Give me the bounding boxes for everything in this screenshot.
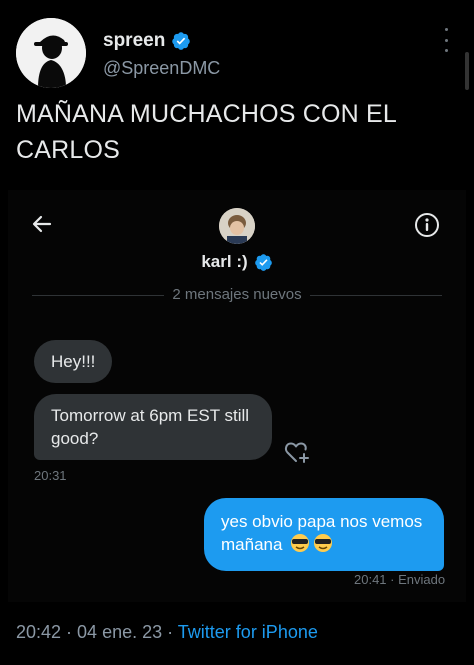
dm-screenshot[interactable]: karl :) 2 mensajes nuevos Hey!!! Tomorro… xyxy=(8,190,466,602)
info-icon xyxy=(415,213,439,237)
tweet-text: MAÑANA MUCHACHOS CON EL CARLOS xyxy=(16,100,397,164)
message-time: 20:41 xyxy=(354,572,387,587)
tweet-source-link[interactable]: Twitter for iPhone xyxy=(178,622,318,642)
message-bubble-outgoing: yes obvio papa nos vemos mañana xyxy=(204,498,444,571)
contact-name-row: karl :) xyxy=(8,252,466,272)
scrollbar[interactable] xyxy=(465,52,469,90)
new-messages-divider: 2 mensajes nuevos xyxy=(8,286,466,303)
author-avatar[interactable] xyxy=(16,18,86,88)
author-name-row[interactable]: spreen xyxy=(103,30,191,52)
sunglasses-emoji-icon xyxy=(290,533,334,559)
message-time-status: 20:41 · Enviado xyxy=(354,572,446,587)
verified-badge-icon xyxy=(254,253,272,271)
message-status: Enviado xyxy=(398,572,446,587)
verified-badge-icon xyxy=(172,32,191,50)
contact-avatar-image xyxy=(219,208,255,244)
contact-avatar xyxy=(219,208,255,244)
message-bubble-incoming: Tomorrow at 6pm EST still good? xyxy=(34,394,272,460)
author-handle[interactable]: @SpreenDMC xyxy=(103,58,220,79)
more-options-icon[interactable] xyxy=(438,28,454,52)
heart-plus-icon xyxy=(284,442,309,463)
author-avatar-image xyxy=(16,18,86,88)
author-name[interactable]: spreen xyxy=(103,30,165,52)
contact-name: karl :) xyxy=(201,252,248,271)
tweet-timestamp[interactable]: 20:42 · 04 ene. 23 · xyxy=(16,622,178,642)
sunglasses-emoji-pair xyxy=(291,534,333,552)
tweet-footer: 20:42 · 04 ene. 23 · Twitter for iPhone xyxy=(16,622,318,643)
new-messages-label: 2 mensajes nuevos xyxy=(164,286,310,303)
message-time: 20:31 xyxy=(34,468,67,483)
message-bubble-incoming: Hey!!! xyxy=(34,340,113,383)
back-arrow-icon xyxy=(32,215,52,233)
